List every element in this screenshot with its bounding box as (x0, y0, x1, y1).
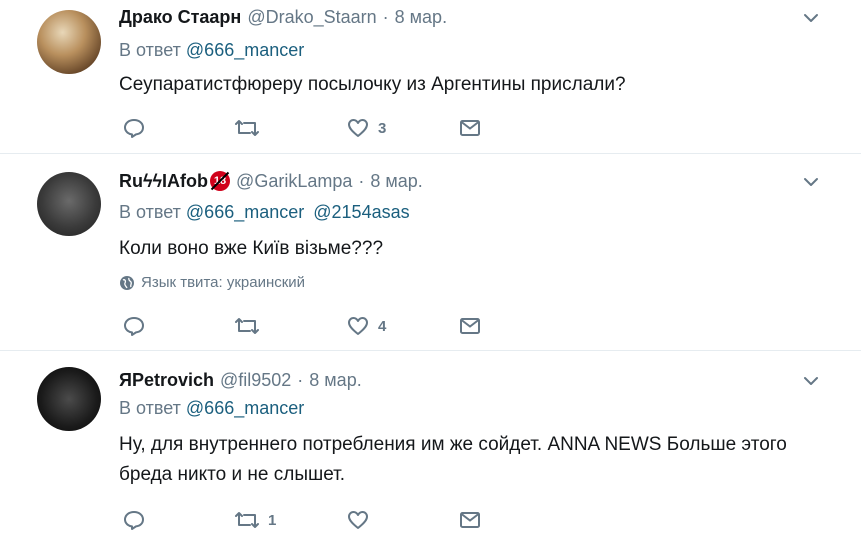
tweet-text: Коли воно вже Київ візьме??? (119, 238, 384, 259)
retweet-icon (235, 318, 259, 334)
tweet-2[interactable]: RuϟϟIAfob 18 @GarikLampa · 8 мар. В отве… (0, 154, 861, 351)
like-count: 3 (378, 119, 387, 137)
heart-icon (348, 511, 368, 529)
reply-prefix: В ответ (119, 202, 181, 222)
user-handle[interactable]: @GarikLampa (236, 171, 352, 192)
tweet-header: Драко Стаарн @Drako_Staarn · 8 мар. (119, 4, 447, 30)
reply-icon (124, 119, 144, 138)
reply-context: В ответ @666_mancer (119, 398, 304, 419)
retweet-button[interactable] (234, 314, 268, 338)
heart-icon (348, 119, 368, 137)
timestamp[interactable]: 8 мар. (370, 171, 422, 192)
globe-icon (120, 275, 134, 290)
mention-link[interactable]: @2154asas (313, 202, 409, 222)
separator-dot: · (358, 170, 365, 191)
avatar[interactable] (37, 367, 101, 431)
like-count: 4 (378, 317, 387, 335)
user-handle[interactable]: @fil9502 (220, 370, 291, 391)
reply-prefix: В ответ (119, 40, 181, 60)
language-note: Язык твита: украинский (119, 274, 305, 291)
like-button[interactable]: 3 (346, 116, 386, 140)
display-name[interactable]: RuϟϟIAfob (119, 171, 208, 192)
tweet-header: RuϟϟIAfob 18 @GarikLampa · 8 мар. (119, 168, 423, 194)
tweet-actions: 1 (122, 508, 502, 532)
reply-button[interactable] (122, 116, 154, 140)
tweet-text: Ну, для внутреннего потребления им же со… (119, 434, 787, 485)
reply-icon (124, 317, 144, 336)
user-handle[interactable]: @Drako_Staarn (247, 7, 376, 28)
envelope-icon (460, 120, 480, 136)
tweet-text: Сеупаратистфюреру посылочку из Аргентины… (119, 74, 626, 95)
envelope-icon (460, 318, 480, 334)
direct-message-button[interactable] (458, 508, 482, 532)
separator-dot: · (297, 369, 304, 390)
mention-link[interactable]: @666_mancer (186, 202, 304, 222)
reply-context: В ответ @666_mancer (119, 40, 304, 61)
retweet-button[interactable] (234, 116, 268, 140)
direct-message-button[interactable] (458, 314, 482, 338)
timestamp[interactable]: 8 мар. (309, 370, 361, 391)
reply-button[interactable] (122, 508, 154, 532)
mention-link[interactable]: @666_mancer (186, 398, 304, 418)
mention-link[interactable]: @666_mancer (186, 40, 304, 60)
timestamp[interactable]: 8 мар. (395, 7, 447, 28)
display-name[interactable]: Драко Стаарн (119, 7, 241, 28)
like-button[interactable] (346, 508, 378, 532)
envelope-icon (460, 512, 480, 528)
like-button[interactable]: 4 (346, 314, 386, 338)
avatar[interactable] (37, 10, 101, 74)
reply-prefix: В ответ (119, 398, 181, 418)
tweet-1[interactable]: Драко Стаарн @Drako_Staarn · 8 мар. В от… (0, 0, 861, 154)
retweet-button[interactable]: 1 (234, 508, 276, 532)
heart-icon (348, 317, 368, 335)
chevron-down-icon[interactable] (803, 373, 819, 389)
chevron-down-icon[interactable] (803, 10, 819, 26)
chevron-down-icon[interactable] (803, 174, 819, 190)
reply-context: В ответ @666_mancer @2154asas (119, 202, 410, 223)
tweet-header: ЯPetrovich @fil9502 · 8 мар. (119, 367, 362, 393)
avatar[interactable] (37, 172, 101, 236)
retweet-icon (235, 512, 259, 528)
language-label[interactable]: Язык твита: украинский (141, 274, 305, 291)
direct-message-button[interactable] (458, 116, 482, 140)
retweet-count: 1 (268, 511, 277, 529)
tweet-actions: 3 (122, 116, 502, 140)
reply-button[interactable] (122, 314, 154, 338)
age-restriction-badge: 18 (210, 171, 231, 191)
reply-icon (124, 511, 144, 530)
tweet-3[interactable]: ЯPetrovich @fil9502 · 8 мар. В ответ @66… (0, 351, 861, 539)
separator-dot: · (382, 6, 389, 27)
display-name[interactable]: ЯPetrovich (119, 370, 214, 391)
tweet-actions: 4 (122, 314, 502, 338)
retweet-icon (235, 120, 259, 136)
